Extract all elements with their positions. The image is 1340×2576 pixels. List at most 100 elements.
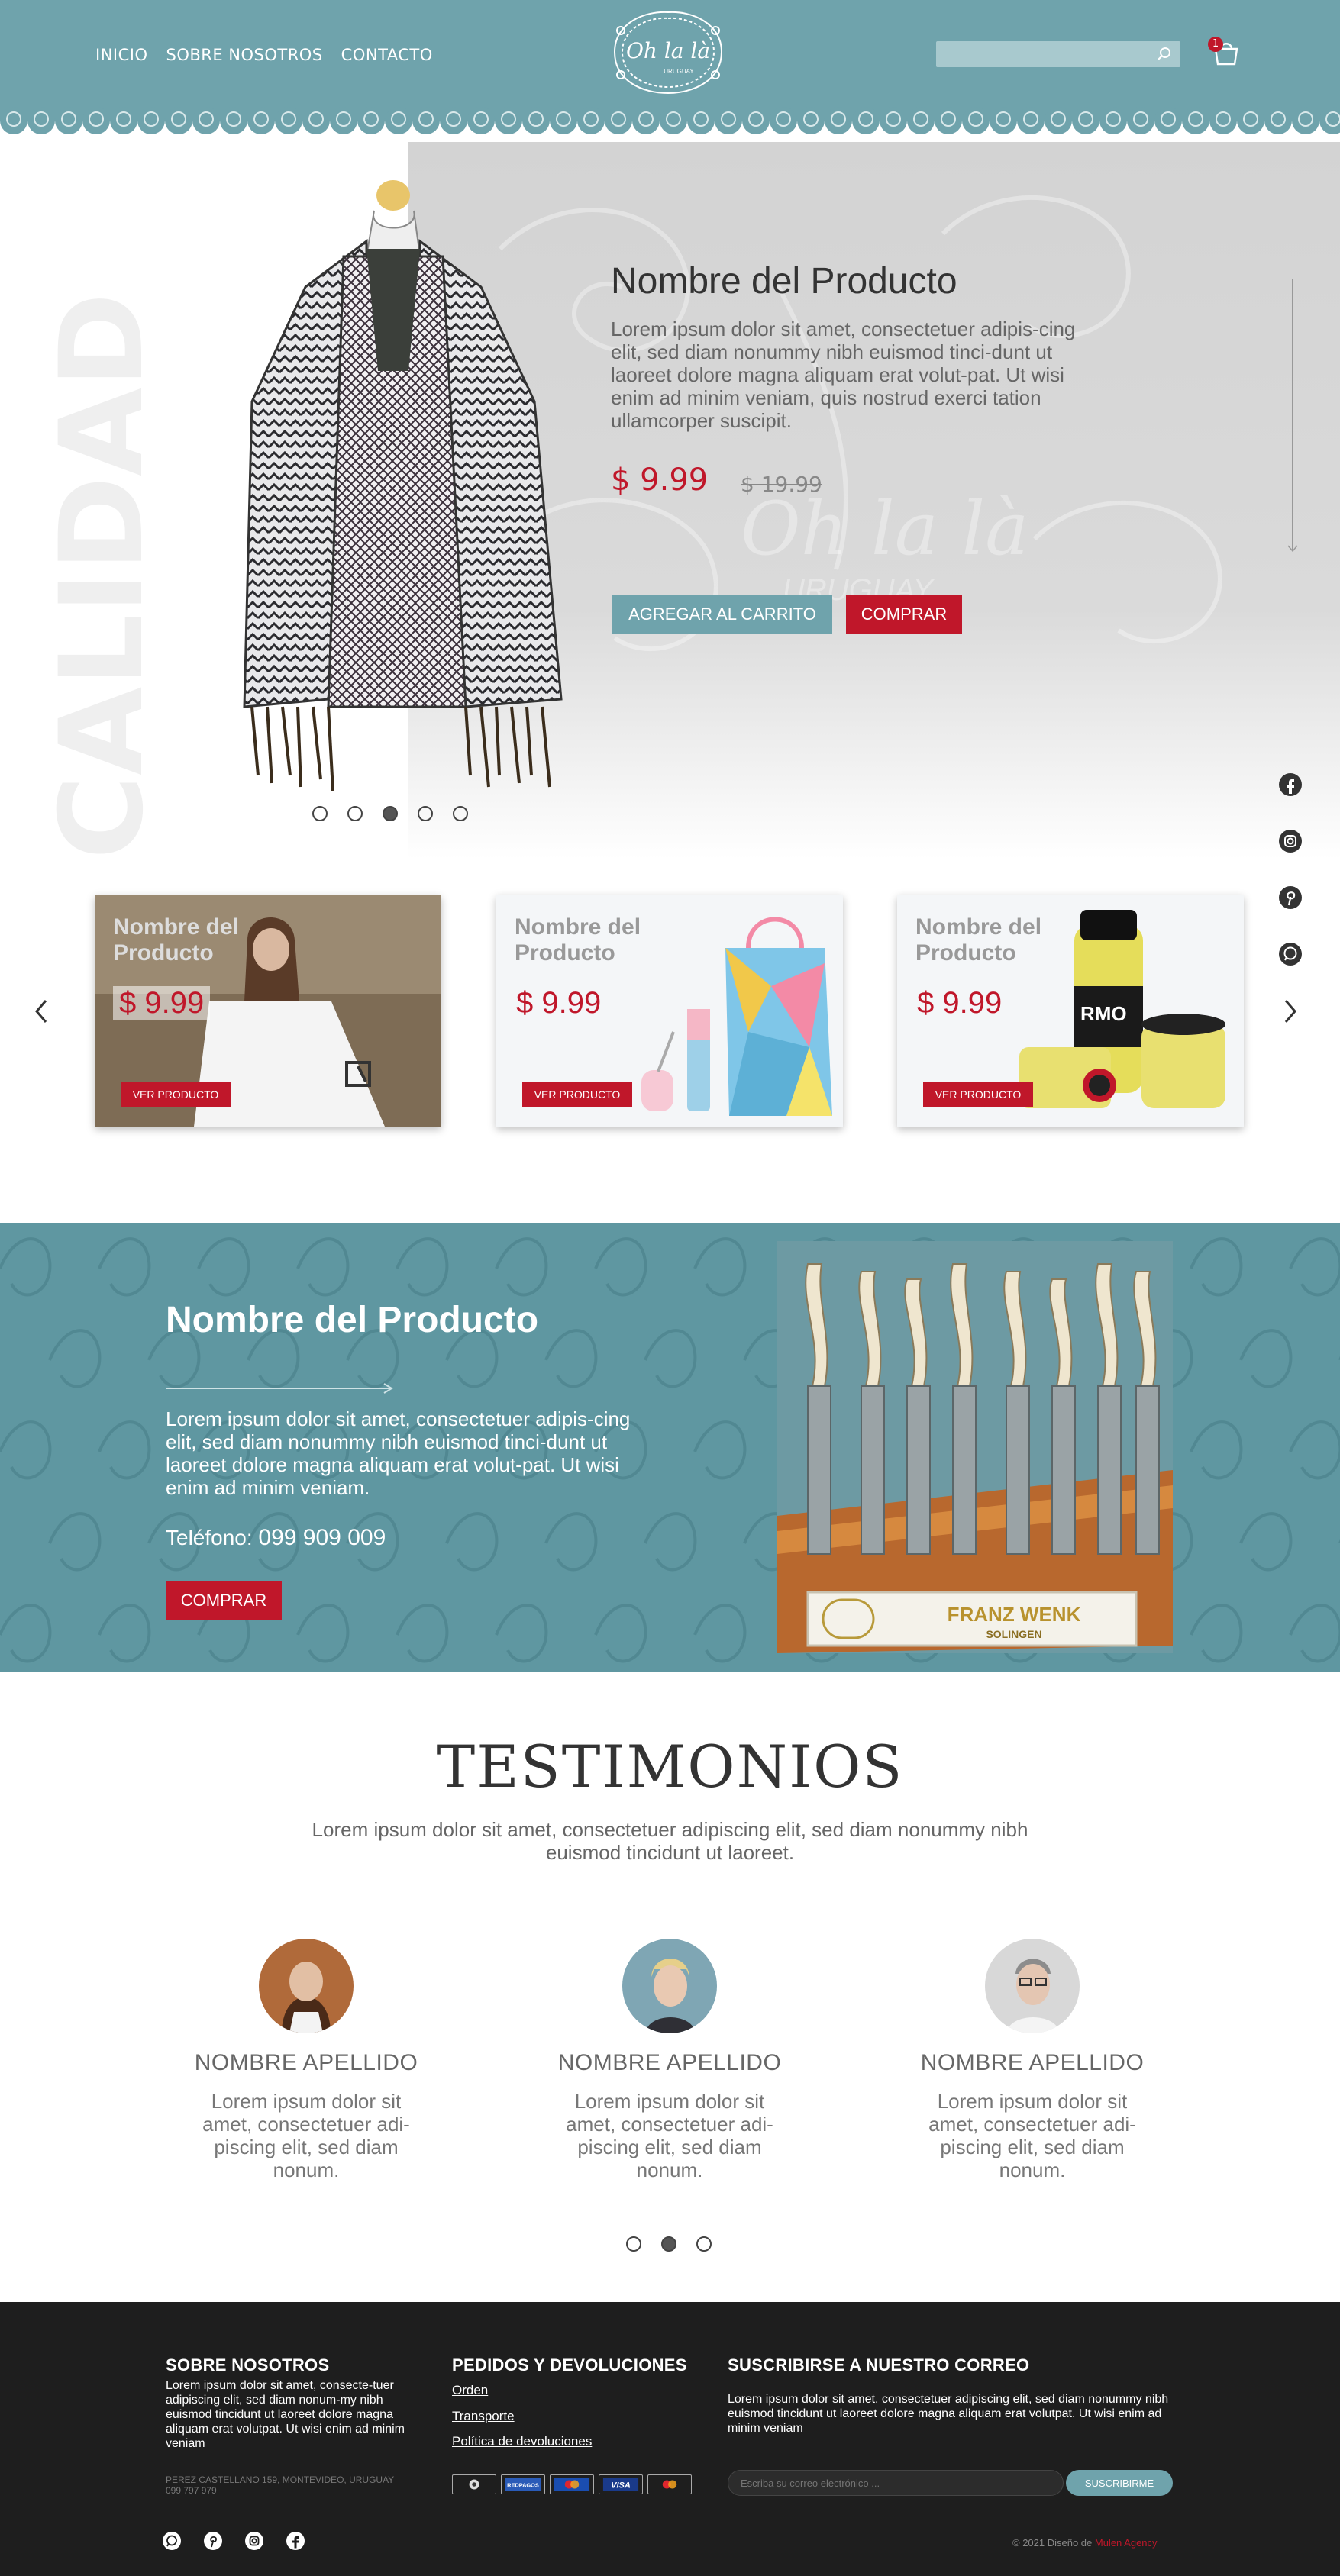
slide-dot[interactable] <box>626 2236 641 2252</box>
avatar <box>259 1939 354 2033</box>
card-title: Nombre del Producto <box>113 914 240 966</box>
knife-brand: FRANZ WENK <box>948 1603 1081 1626</box>
testimonial-card: NOMBRE APELLIDO Lorem ipsum dolor sit am… <box>176 1939 436 2181</box>
footer-newsletter-text: Lorem ipsum dolor sit amet, consectetuer… <box>728 2393 1169 2435</box>
product-card[interactable]: RMO Nombre del Producto $ 9.99 VER PRODU… <box>897 895 1244 1127</box>
testimonial-card: NOMBRE APELLIDO Lorem ipsum dolor sit am… <box>902 1939 1162 2181</box>
footer-social <box>162 2531 305 2551</box>
view-product-button[interactable]: VER PRODUCTO <box>121 1082 231 1107</box>
feature-buy-button[interactable]: COMPRAR <box>166 1581 282 1620</box>
hero-slider: Oh la là URUGUAY CALIDAD Nombre del Prod… <box>0 142 1340 966</box>
svg-text:REDPAGOS: REDPAGOS <box>507 2482 539 2489</box>
lace-border <box>0 102 1340 134</box>
svg-text:RMO: RMO <box>1080 1002 1127 1025</box>
pinterest-icon[interactable] <box>1278 885 1303 910</box>
mastercard-alt-icon <box>647 2474 692 2494</box>
logo-sub: URUGUAY <box>664 68 694 75</box>
view-product-button[interactable]: VER PRODUCTO <box>923 1082 1033 1107</box>
slide-dot-active[interactable] <box>661 2236 676 2252</box>
slide-dot[interactable] <box>696 2236 712 2252</box>
site-footer: SOBRE NOSOTROS Lorem ipsum dolor sit ame… <box>0 2302 1340 2576</box>
main-nav: INICIO SOBRE NOSOTROS CONTACTO <box>95 46 433 64</box>
nav-inicio[interactable]: INICIO <box>95 46 147 64</box>
facebook-icon[interactable] <box>286 2531 305 2551</box>
product-card[interactable]: Nombre del Producto $ 9.99 VER PRODUCTO <box>496 895 843 1127</box>
footer-about-text: Lorem ipsum dolor sit amet, consecte-tue… <box>166 2379 405 2450</box>
slide-dot[interactable] <box>453 806 468 821</box>
newsletter-email-input[interactable] <box>728 2470 1064 2496</box>
card-price: $ 9.99 <box>113 986 211 1020</box>
footer-orders-title: PEDIDOS Y DEVOLUCIONES <box>452 2355 687 2374</box>
copyright: © 2021 Diseño de Mulen Agency <box>1012 2537 1158 2549</box>
buy-button[interactable]: COMPRAR <box>846 595 962 634</box>
footer-about-title: SOBRE NOSOTROS <box>166 2355 330 2374</box>
svg-text:VISA: VISA <box>611 2481 631 2491</box>
testimonial-text: Lorem ipsum dolor sit amet, consectetuer… <box>928 2090 1136 2181</box>
footer-link-devoluciones[interactable]: Política de devoluciones <box>452 2434 592 2449</box>
testimonial-dots <box>626 2236 712 2252</box>
social-sidebar <box>1278 772 1303 966</box>
card-title: Nombre del Producto <box>515 914 641 966</box>
chevron-right-icon[interactable] <box>1281 996 1300 1027</box>
chevron-left-icon[interactable] <box>32 996 50 1027</box>
card-price: $ 9.99 <box>516 986 602 1020</box>
nav-contacto[interactable]: CONTACTO <box>341 46 433 64</box>
testimonial-text: Lorem ipsum dolor sit amet, consectetuer… <box>566 2090 773 2181</box>
search-input[interactable] <box>936 41 1142 67</box>
search-icon[interactable] <box>1156 46 1173 63</box>
testimonial-name: NOMBRE APELLIDO <box>194 2050 418 2075</box>
footer-address: PEREZ CASTELLANO 159, MONTEVIDEO, URUGUA… <box>166 2474 394 2496</box>
slide-dot-active[interactable] <box>383 806 398 821</box>
svg-text:Oh la là: Oh la là <box>741 486 1028 572</box>
view-product-button[interactable]: VER PRODUCTO <box>522 1082 632 1107</box>
instagram-icon[interactable] <box>244 2531 264 2551</box>
cart-count-badge: 1 <box>1208 37 1223 52</box>
pinterest-icon[interactable] <box>203 2531 223 2551</box>
whatsapp-icon[interactable] <box>1278 942 1303 966</box>
footer-link-orden[interactable]: Orden <box>452 2383 488 2398</box>
site-header: INICIO SOBRE NOSOTROS CONTACTO Oh la là … <box>0 0 1340 107</box>
testimonials-title: TESTIMONIOS <box>436 1733 904 1801</box>
arrow-line-decoration <box>166 1383 393 1394</box>
hero-product-description: Lorem ipsum dolor sit amet, consectetuer… <box>611 318 1076 432</box>
agency-link[interactable]: Mulen Agency <box>1095 2537 1158 2549</box>
avatar <box>622 1939 717 2033</box>
card-title: Nombre del Producto <box>915 914 1042 966</box>
phone-number: 099 909 009 <box>258 1525 386 1550</box>
footer-newsletter-title: SUSCRIBIRSE A NUESTRO CORREO <box>728 2355 1030 2374</box>
subscribe-button[interactable]: SUSCRIBIRME <box>1066 2470 1173 2496</box>
poncho-product-image <box>243 180 563 791</box>
testimonials-subtitle: Lorem ipsum dolor sit amet, consectetuer… <box>312 1818 1028 1864</box>
featured-product-band: Nombre del Producto Lorem ipsum dolor si… <box>0 1223 1340 1672</box>
visa-icon: VISA <box>599 2474 643 2494</box>
hero-slide-dots <box>312 806 468 821</box>
slide-dot[interactable] <box>418 806 433 821</box>
testimonial-text: Lorem ipsum dolor sit amet, consectetuer… <box>202 2090 410 2181</box>
scroll-indicator-line <box>1292 279 1293 550</box>
avatar <box>985 1939 1080 2033</box>
logo-script: Oh la là <box>626 38 710 63</box>
knife-set-image: FRANZ WENK SOLINGEN <box>777 1241 1173 1653</box>
slide-dot[interactable] <box>347 806 363 821</box>
facebook-icon[interactable] <box>1278 772 1303 797</box>
hero-old-price: $ 19.99 <box>741 472 822 497</box>
redpagos-icon: REDPAGOS <box>501 2474 545 2494</box>
card-price: $ 9.99 <box>917 986 1003 1020</box>
testimonial-name: NOMBRE APELLIDO <box>920 2050 1145 2075</box>
slide-dot[interactable] <box>312 806 328 821</box>
knife-city: SOLINGEN <box>986 1628 1041 1640</box>
calidad-vertical-text: CALIDAD <box>46 292 153 859</box>
feature-description: Lorem ipsum dolor sit amet, consectetuer… <box>166 1407 631 1499</box>
add-to-cart-button[interactable]: AGREGAR AL CARRITO <box>612 595 832 634</box>
chevron-down-icon <box>1287 545 1298 553</box>
instagram-icon[interactable] <box>1278 829 1303 853</box>
hero-product-title: Nombre del Producto <box>611 261 957 301</box>
product-card[interactable]: Nombre del Producto $ 9.99 VER PRODUCTO <box>95 895 441 1127</box>
hero-price: $ 9.99 <box>611 463 709 498</box>
footer-link-transporte[interactable]: Transporte <box>452 2409 515 2424</box>
logo[interactable]: Oh la là URUGUAY <box>607 8 729 98</box>
whatsapp-icon[interactable] <box>162 2531 182 2551</box>
nav-sobre-nosotros[interactable]: SOBRE NOSOTROS <box>166 46 322 64</box>
abitab-icon <box>452 2474 496 2494</box>
copyright-text: © 2021 Diseño de <box>1012 2537 1095 2549</box>
